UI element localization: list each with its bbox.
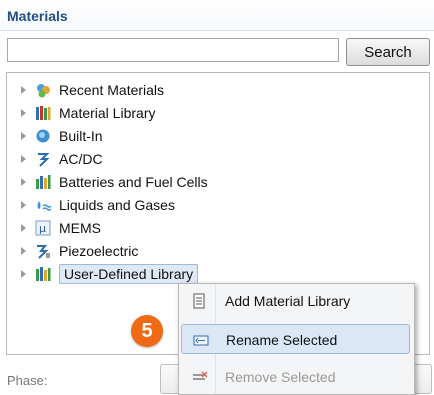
rename-icon: [192, 332, 210, 348]
menu-item-remove-selected[interactable]: Remove Selected: [181, 362, 410, 392]
tree-item-label: Batteries and Fuel Cells: [59, 174, 208, 190]
recent-materials-icon: [35, 82, 51, 98]
expand-arrow-icon[interactable]: [21, 155, 26, 163]
tree-item-label: Liquids and Gases: [59, 197, 175, 213]
expand-arrow-icon[interactable]: [21, 86, 26, 94]
built-in-icon: [35, 128, 51, 144]
tree-item-label: Built-In: [59, 128, 103, 144]
tree-item-piezoelectric[interactable]: Piezoelectric: [21, 240, 138, 262]
tree-item-acdc[interactable]: AC/DC: [21, 148, 103, 170]
menu-item-rename-selected[interactable]: Rename Selected: [181, 324, 410, 354]
user-library-icon: [35, 266, 51, 282]
mems-icon: μ: [35, 220, 51, 236]
materials-panel-header: Materials: [0, 0, 434, 31]
context-menu: Add Material Library Rename Selected Rem…: [178, 283, 415, 395]
material-library-icon: [35, 105, 51, 121]
tree-item-user-defined-library[interactable]: User-Defined Library: [21, 263, 199, 285]
panel-title: Materials: [7, 8, 68, 24]
tree-item-label: MEMS: [59, 220, 101, 236]
expand-arrow-icon[interactable]: [21, 132, 26, 140]
expand-arrow-icon[interactable]: [21, 178, 26, 186]
tree-item-recent-materials[interactable]: Recent Materials: [21, 79, 164, 101]
tree-item-label: Material Library: [59, 105, 156, 121]
batteries-icon: [35, 174, 51, 190]
search-button[interactable]: Search: [346, 38, 430, 66]
search-input[interactable]: [7, 38, 339, 62]
menu-item-label: Add Material Library: [225, 293, 351, 309]
menu-item-add-material-library[interactable]: Add Material Library: [181, 286, 410, 316]
expand-arrow-icon[interactable]: [21, 247, 26, 255]
acdc-icon: [35, 151, 51, 167]
expand-arrow-icon[interactable]: [21, 224, 26, 232]
svg-text:μ: μ: [39, 222, 46, 235]
tree-item-material-library[interactable]: Material Library: [21, 102, 155, 124]
add-library-icon: [191, 293, 209, 309]
tree-item-label: Piezoelectric: [59, 243, 139, 259]
step-callout-badge: 5: [131, 315, 163, 347]
tree-item-label: User-Defined Library: [59, 264, 199, 284]
tree-item-label: AC/DC: [59, 151, 103, 167]
expand-arrow-icon[interactable]: [21, 109, 26, 117]
tree-item-label: Recent Materials: [59, 82, 165, 98]
remove-icon: [191, 369, 209, 385]
tree-item-liquids-gases[interactable]: Liquids and Gases: [21, 194, 175, 216]
expand-arrow-icon[interactable]: [21, 201, 26, 209]
phase-label: Phase:: [7, 373, 48, 388]
liquids-gases-icon: [35, 197, 52, 213]
piezoelectric-icon: [35, 243, 51, 259]
tree-item-built-in[interactable]: Built-In: [21, 125, 103, 147]
menu-item-label: Remove Selected: [225, 369, 336, 385]
tree-item-batteries[interactable]: Batteries and Fuel Cells: [21, 171, 208, 193]
menu-item-label: Rename Selected: [226, 332, 338, 348]
expand-arrow-icon[interactable]: [21, 270, 26, 278]
tree-item-mems[interactable]: μ MEMS: [21, 217, 101, 239]
